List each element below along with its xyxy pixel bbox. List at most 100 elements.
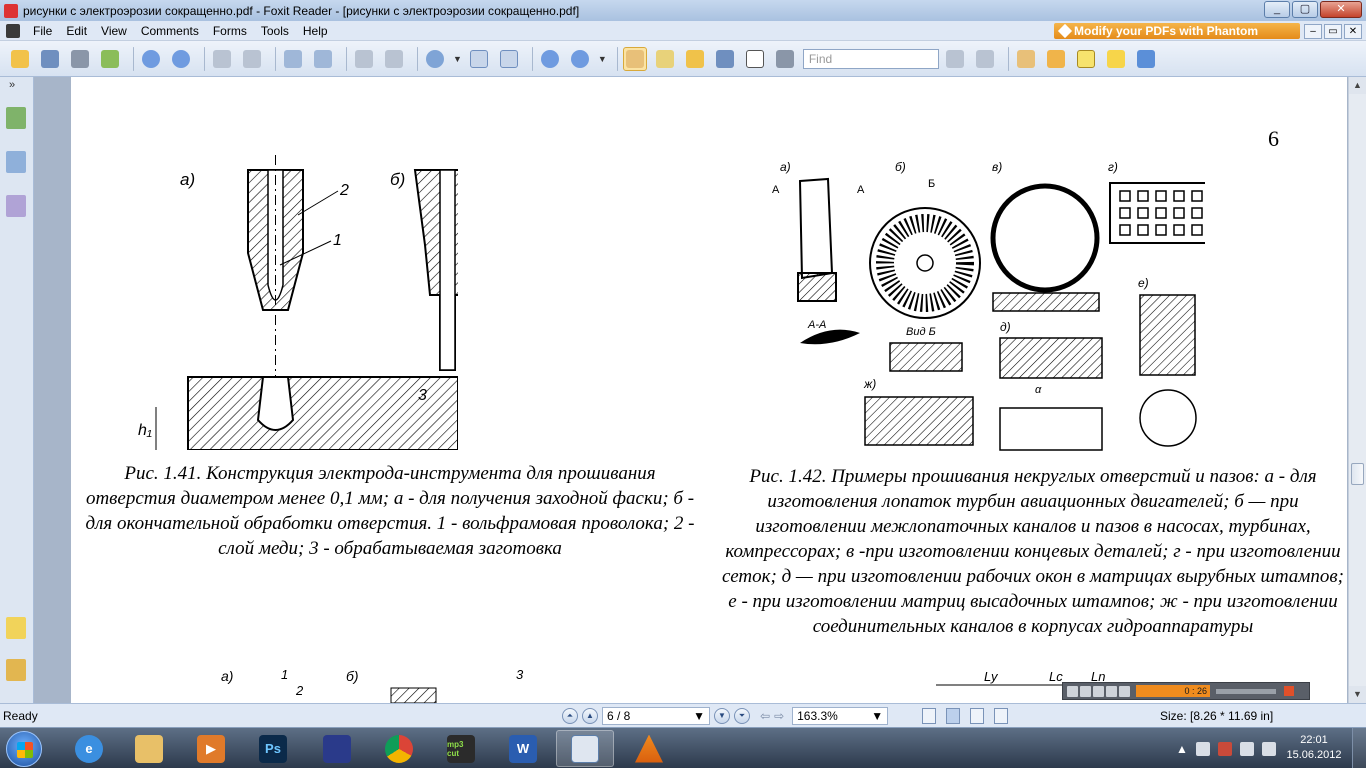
power-icon[interactable] [1261,741,1276,756]
action-center-icon[interactable] [1239,741,1254,756]
taskbar-mp3cut[interactable]: mp3 cut [432,730,490,767]
first-page-icon[interactable]: ⏶ [562,708,578,724]
comment-tool-button[interactable] [1104,47,1128,71]
network-icon[interactable] [1217,741,1232,756]
stop-icon[interactable] [1093,685,1104,697]
extract-pages-button[interactable] [281,47,305,71]
taskbar-media-player[interactable]: ▶ [182,730,240,767]
foxit-app-icon[interactable] [4,3,18,18]
vertical-scrollbar[interactable]: ▲ ▼ [1348,77,1366,703]
next-page-button[interactable] [169,47,193,71]
menu-view[interactable]: View [94,24,134,38]
layers-icon[interactable] [6,195,26,217]
zoom-tool-button[interactable] [423,47,447,71]
taskbar-vlc[interactable] [620,730,678,767]
email-button[interactable] [98,47,122,71]
system-clock[interactable]: 22:01 15.06.2012 [1284,733,1344,763]
player-close-icon[interactable] [1284,686,1294,696]
previous-track-icon[interactable] [1106,685,1117,697]
fit-page-button[interactable] [497,47,521,71]
page-number-field[interactable]: 6 / 8 ▼ [602,707,710,725]
close-button[interactable]: ✕ [1320,1,1362,18]
find-button[interactable] [713,47,737,71]
continuous-facing-view-icon[interactable] [994,708,1009,724]
continuous-view-icon[interactable] [946,708,961,724]
note-tool-button[interactable] [1014,47,1038,71]
forward-view-icon[interactable]: ⇨ [774,709,784,723]
find-next-button[interactable] [973,47,997,71]
menu-comments[interactable]: Comments [134,24,206,38]
zoom-tool-dropdown-icon[interactable]: ▼ [453,54,462,64]
forward-button[interactable] [240,47,264,71]
pause-icon[interactable] [1080,685,1091,697]
taskbar-save-app[interactable] [308,730,366,767]
undo-button[interactable] [352,47,376,71]
open-button[interactable] [8,47,32,71]
scroll-up-arrow-icon[interactable]: ▲ [1349,77,1366,94]
typewriter-button[interactable] [743,47,767,71]
last-page-icon[interactable]: ⏷ [734,708,750,724]
prev-page-button[interactable] [139,47,163,71]
taskbar-chrome[interactable] [370,730,428,767]
taskbar-ie[interactable]: e [60,730,118,767]
taskbar-explorer[interactable] [120,730,178,767]
menu-edit[interactable]: Edit [59,24,94,38]
next-page-icon[interactable]: ▼ [714,708,730,724]
select-annotation-button[interactable] [683,47,707,71]
back-view-icon[interactable]: ⇦ [760,709,770,723]
blade-root [797,272,837,302]
doc-close-button[interactable]: ✕ [1344,24,1362,39]
document-view[interactable]: 6 а) 2 1 б) 3 h₁ а) А А А-А б) Б Вид Б в… [34,77,1348,703]
show-desktop-button[interactable] [1352,728,1366,768]
play-icon[interactable] [1067,685,1078,697]
zoom-in-button[interactable] [568,47,592,71]
single-page-view-icon[interactable] [922,708,937,724]
save-button[interactable] [38,47,62,71]
menu-forms[interactable]: Forms [206,24,254,38]
highlight-tool-button[interactable] [1044,47,1068,71]
taskbar-photoshop[interactable]: Ps [244,730,302,767]
attachments-icon[interactable] [6,659,26,681]
insert-pages-button[interactable] [311,47,335,71]
hand-tool-button[interactable] [622,46,647,71]
start-button[interactable] [6,731,42,767]
print-button[interactable] [68,47,92,71]
facing-view-icon[interactable] [970,708,985,724]
zoom-out-button[interactable] [538,47,562,71]
arrow-tool-button[interactable] [1134,47,1158,71]
menu-help[interactable]: Help [296,24,335,38]
next-track-icon[interactable] [1119,685,1130,697]
doc-minimize-button[interactable]: – [1304,24,1322,39]
show-hidden-icons-icon[interactable]: ▲ [1176,742,1188,756]
snapshot-button[interactable] [773,47,797,71]
find-previous-button[interactable] [943,47,967,71]
maximize-button[interactable]: ▢ [1292,1,1318,18]
text-select-button[interactable] [653,47,677,71]
scroll-thumb[interactable] [1351,463,1364,485]
bookmarks-icon[interactable] [6,107,26,129]
page-dropdown-icon[interactable]: ▼ [693,709,705,723]
redo-button[interactable] [382,47,406,71]
zoom-level-field[interactable]: 163.3% ▼ [792,707,889,725]
textbox-tool-button[interactable] [1074,47,1098,71]
find-input[interactable]: Find [802,48,939,69]
volume-icon[interactable] [1195,741,1210,756]
taskbar-foxit[interactable] [556,730,614,767]
minimize-button[interactable]: _ [1264,1,1290,18]
phantom-promo-link[interactable]: Modify your PDFs with Phantom [1054,23,1300,39]
comments-panel-icon[interactable] [6,617,26,639]
zoom-dropdown-icon[interactable]: ▼ [598,54,607,64]
volume-slider[interactable] [1216,688,1276,694]
doc-restore-button[interactable]: ▭ [1324,24,1342,39]
pages-thumbnail-icon[interactable] [6,151,26,173]
previous-page-icon[interactable]: ▲ [582,708,598,724]
menu-file[interactable]: File [26,24,59,38]
actual-size-button[interactable] [467,47,491,71]
scroll-down-arrow-icon[interactable]: ▼ [1349,686,1366,703]
back-button[interactable] [210,47,234,71]
document-icon[interactable] [6,23,20,38]
zoom-level-dropdown-icon[interactable]: ▼ [871,709,883,723]
expand-panel-icon[interactable]: » [9,79,15,91]
menu-tools[interactable]: Tools [254,24,296,38]
taskbar-word[interactable]: W [494,730,552,767]
